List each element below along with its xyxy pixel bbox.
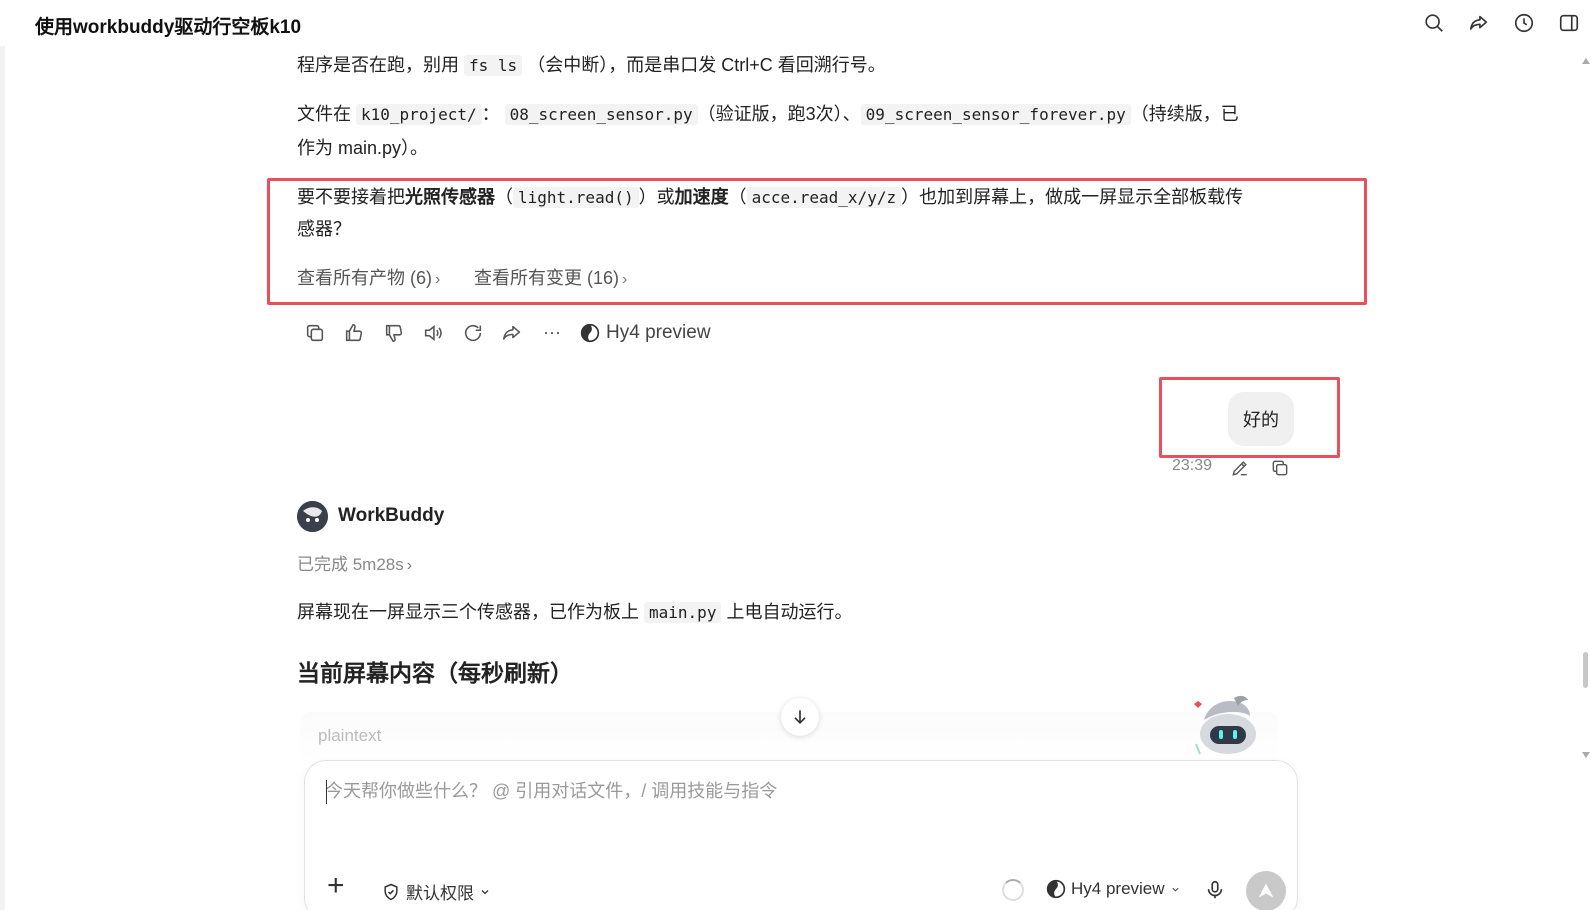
link-label: 查看所有变更 (16)	[474, 268, 620, 288]
message-text: ）或	[638, 187, 675, 207]
more-options-icon[interactable]: ···	[540, 322, 564, 346]
message-text: 文件在	[297, 104, 351, 124]
message-line-1: 程序是否在跑，别用 fs ls （会中断），而是串口发 Ctrl+C 看回溯行号…	[297, 49, 886, 82]
chevron-right-icon: ›	[622, 271, 628, 288]
user-message-bubble: 好的	[1228, 392, 1294, 446]
scroll-down-arrow[interactable]	[1582, 752, 1590, 758]
message-text: （验证版，跑3次）、	[697, 104, 861, 124]
send-button[interactable]	[1246, 871, 1286, 910]
inline-code: main.py	[644, 602, 722, 623]
permission-label: 默认权限	[406, 884, 474, 903]
question-line-1: 要不要接着把光照传感器（ light.read() ）或加速度（ acce.read_…	[297, 181, 1243, 214]
chevron-right-icon: ›	[435, 271, 441, 288]
permission-selector[interactable]: 默认权限	[381, 879, 491, 904]
message-text: 要不要接着把	[297, 187, 405, 207]
composer: + 默认权限 Hy4 preview	[304, 760, 1298, 910]
view-artifacts-link[interactable]: 查看所有产物 (6) ›	[297, 268, 447, 288]
conversation-title: 使用workbuddy驱动行空板k10	[35, 17, 302, 38]
inline-code: fs ls	[464, 55, 523, 76]
arrow-up-icon	[1258, 883, 1274, 898]
completion-status[interactable]: 已完成 5m28s ›	[297, 550, 419, 575]
message-line-3: 作为 main.py）。	[297, 138, 429, 158]
bold-text: 加速度	[674, 187, 729, 207]
message-text: ：	[481, 104, 500, 124]
model-logo-icon	[580, 323, 600, 343]
message-text: 上电自动运行。	[726, 602, 853, 622]
share-icon[interactable]	[1468, 12, 1490, 34]
section-heading: 当前屏幕内容（每秒刷新）	[297, 660, 573, 686]
message-input[interactable]	[325, 781, 1225, 802]
message-text: （	[495, 187, 513, 207]
text-caret	[326, 780, 327, 804]
share-icon[interactable]	[501, 322, 525, 346]
shield-check-icon	[384, 883, 398, 900]
bold-text: 光照传感器	[405, 187, 495, 207]
model-tag: Hy4 preview	[580, 322, 711, 344]
message-text: （持续版，已	[1130, 104, 1239, 124]
sidebar-toggle-icon[interactable]	[1558, 12, 1580, 34]
question-line-2: 感器？	[297, 219, 351, 239]
message-text: 屏幕现在一屏显示三个传感器，已作为板上	[297, 602, 639, 622]
copy-icon[interactable]	[1270, 458, 1290, 478]
bot-avatar	[297, 501, 328, 532]
model-selector[interactable]: Hy4 preview	[1046, 879, 1181, 899]
microphone-icon[interactable]	[1204, 879, 1226, 901]
search-icon[interactable]	[1423, 12, 1445, 34]
title-bar: 使用workbuddy驱动行空板k10	[0, 0, 1594, 46]
arrow-down-icon	[794, 710, 806, 725]
message-line-2: 文件在 k10_project/： 08_screen_sensor.py （验证…	[297, 98, 1239, 131]
model-name: Hy4 preview	[606, 322, 711, 343]
speaker-icon[interactable]	[422, 322, 446, 346]
chevron-down-icon	[1171, 887, 1179, 892]
loading-spinner-icon	[1002, 879, 1024, 901]
scroll-to-bottom-button[interactable]	[781, 698, 819, 736]
chevron-down-icon	[481, 889, 489, 894]
user-message-text: 好的	[1243, 410, 1279, 430]
edit-icon[interactable]	[1230, 458, 1250, 478]
scrollbar-thumb[interactable]	[1583, 652, 1588, 688]
status-text: 已完成 5m28s	[297, 555, 404, 574]
message-text: （会中断），而是串口发 Ctrl+C 看回溯行号。	[527, 55, 886, 75]
thumbs-down-icon[interactable]	[383, 322, 407, 346]
copy-icon[interactable]	[304, 322, 328, 346]
message-time: 23:39	[1172, 457, 1213, 474]
artifact-links: 查看所有产物 (6) › 查看所有变更 (16) ›	[297, 264, 656, 290]
view-changes-link[interactable]: 查看所有变更 (16) ›	[474, 268, 634, 288]
inline-code: 09_screen_sensor_forever.py	[860, 104, 1131, 125]
bot-name: WorkBuddy	[338, 505, 445, 526]
inline-code: light.read()	[513, 187, 639, 208]
message-text: 程序是否在跑，别用	[297, 55, 459, 75]
regenerate-icon[interactable]	[462, 322, 486, 346]
chevron-right-icon: ›	[406, 557, 413, 574]
model-selector-label: Hy4 preview	[1071, 879, 1165, 898]
code-language-label: plaintext	[318, 726, 382, 745]
link-label: 查看所有产物 (6)	[297, 268, 432, 288]
message-text: （	[728, 187, 747, 207]
inline-code: acce.read_x/y/z	[746, 187, 902, 208]
message-text: ）也加到屏幕上，做成一屏显示全部板载传	[901, 187, 1244, 207]
inline-code: 08_screen_sensor.py	[504, 104, 698, 125]
add-attachment-button[interactable]: +	[327, 871, 345, 901]
inline-code: k10_project/	[356, 104, 482, 125]
model-logo-icon	[1046, 879, 1066, 899]
left-edge	[0, 0, 5, 910]
scroll-up-arrow[interactable]	[1582, 58, 1590, 64]
bot-reply-line: 屏幕现在一屏显示三个传感器，已作为板上 main.py 上电自动运行。	[297, 596, 852, 629]
history-icon[interactable]	[1513, 12, 1535, 34]
thumbs-up-icon[interactable]	[343, 322, 367, 346]
mascot-image[interactable]	[1188, 690, 1262, 758]
